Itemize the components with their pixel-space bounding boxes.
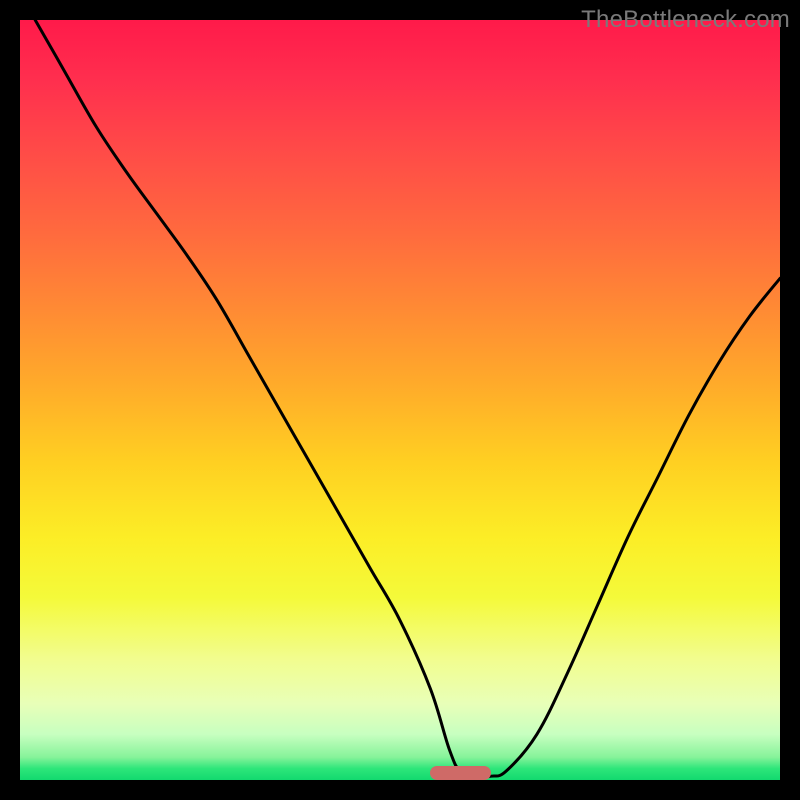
watermark-text: TheBottleneck.com bbox=[581, 6, 790, 34]
bottleneck-curve bbox=[20, 20, 780, 780]
optimum-marker bbox=[430, 766, 491, 780]
chart-frame: TheBottleneck.com bbox=[0, 0, 800, 800]
plot-area bbox=[20, 20, 780, 780]
